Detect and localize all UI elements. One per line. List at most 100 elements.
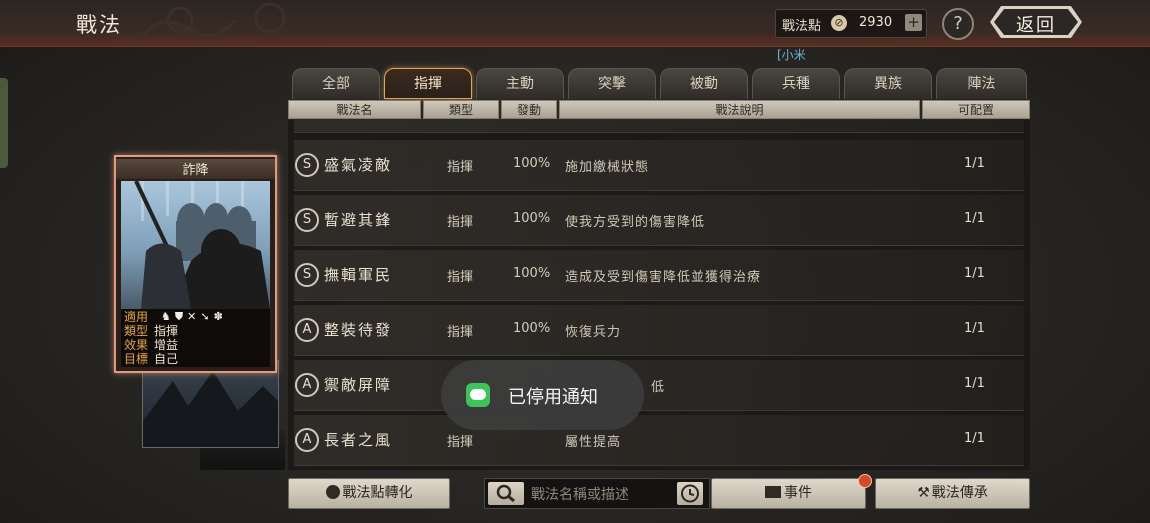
card-info-panel: 適用 ♞⛊✕➘✽ 類型 指揮 效果 增益 目標 自己	[121, 309, 270, 367]
tactic-name: 整裝待發	[324, 321, 393, 339]
table-row[interactable]: S 暫避其鋒 指揮 100% 使我方受到的傷害降低 1/1	[294, 195, 1024, 246]
column-header-rate[interactable]: 發動	[501, 100, 557, 119]
tactic-name: 禦敵屏障	[324, 376, 393, 394]
clock-icon	[681, 484, 699, 503]
events-button[interactable]: 事件	[711, 478, 866, 509]
card-target-row: 目標 自己	[124, 352, 178, 366]
table-row[interactable]: A 整裝待發 指揮 100% 恢復兵力 1/1	[294, 305, 1024, 356]
tactic-rate: 100%	[513, 321, 551, 336]
tactic-points-value: 2930	[859, 15, 893, 30]
convert-points-button[interactable]: 戰法點轉化	[288, 478, 450, 509]
tab-passive[interactable]: 被動	[660, 68, 748, 99]
back-button-label: 返回	[1016, 15, 1056, 36]
tab-command[interactable]: 指揮	[384, 68, 472, 99]
notification-toast: 已停用通知	[441, 360, 644, 430]
stacked-card-behind[interactable]	[142, 360, 279, 448]
card-type-row: 類型 指揮	[124, 324, 178, 338]
top-bar: 戰法 戰法點 ⊘ 2930 + ? 返回	[0, 0, 1150, 47]
tactic-type: 指揮	[447, 435, 474, 450]
table-row[interactable]: A 長者之風 指揮 屬性提高 1/1	[294, 415, 1024, 466]
type-value: 指揮	[154, 324, 179, 338]
tab-formation[interactable]: 陣法	[936, 68, 1027, 99]
tactic-description: 恢復兵力	[565, 325, 622, 340]
tab-assault[interactable]: 突擊	[568, 68, 656, 99]
column-header-name[interactable]: 戰法名	[288, 100, 421, 119]
warrior-silhouette-art	[134, 181, 270, 309]
tactic-name: 撫輯軍民	[324, 266, 393, 284]
tactic-type: 指揮	[447, 270, 474, 285]
tactic-available: 1/1	[964, 211, 985, 226]
tactic-description: 造成及受到傷害降低並獲得治療	[565, 270, 762, 285]
grade-badge: A	[295, 428, 319, 452]
tactic-rate: 100%	[513, 211, 551, 226]
history-button[interactable]	[677, 482, 703, 505]
tactic-available: 1/1	[964, 266, 985, 281]
tactic-points-display: 戰法點 ⊘ 2930 +	[775, 9, 927, 38]
flame-icon	[325, 485, 340, 499]
table-header: 戰法名 類型 發動 戰法說明 可配置	[288, 100, 1030, 120]
card-effect-row: 效果 增益	[124, 338, 178, 352]
tactic-available: 1/1	[964, 431, 985, 446]
effect-label: 效果	[124, 338, 149, 352]
table-row-partial[interactable]	[294, 120, 1024, 133]
side-drawer-handle[interactable]	[0, 78, 8, 168]
table-row[interactable]: S 盛氣凌敵 指揮 100% 施加繳械狀態 1/1	[294, 140, 1024, 191]
tactic-type: 指揮	[447, 215, 474, 230]
tactic-rate: 100%	[513, 156, 551, 171]
search-button[interactable]	[488, 482, 524, 505]
shield-icon: ⛊	[174, 310, 188, 323]
convert-points-label: 戰法點轉化	[342, 485, 413, 501]
cavalry-icon: ♞	[161, 310, 175, 323]
card-artwork	[121, 181, 270, 309]
tactic-rate: 100%	[513, 266, 551, 281]
inherit-tactic-label: 戰法傳承	[931, 485, 988, 501]
column-header-available[interactable]: 可配置	[922, 100, 1030, 119]
hammer-icon: ⚒	[917, 485, 930, 501]
help-button[interactable]: ?	[942, 8, 974, 40]
search-input[interactable]	[529, 483, 673, 506]
tab-active[interactable]: 主動	[476, 68, 564, 99]
page-title: 戰法	[76, 13, 122, 37]
add-points-button[interactable]: +	[905, 14, 922, 31]
search-icon	[496, 484, 515, 503]
card-apply-row: 適用	[124, 310, 154, 324]
column-header-description: 戰法說明	[559, 100, 920, 119]
siege-icon: ✽	[213, 310, 227, 323]
grade-badge: S	[295, 153, 319, 177]
tab-all[interactable]: 全部	[292, 68, 380, 99]
tab-troop-type[interactable]: 兵種	[752, 68, 840, 99]
tactic-description: 施加繳械狀態	[565, 160, 650, 175]
apply-label: 適用	[124, 310, 149, 324]
card-title: 詐降	[116, 159, 275, 179]
line-app-icon	[466, 383, 490, 407]
table-row[interactable]: S 撫輯軍民 指揮 100% 造成及受到傷害降低並獲得治療 1/1	[294, 250, 1024, 301]
tactic-description: 低	[651, 380, 666, 395]
tactic-available: 1/1	[964, 376, 985, 391]
tab-foreign-tribe[interactable]: 異族	[844, 68, 932, 99]
tactic-description: 屬性提高	[565, 435, 622, 450]
search-box	[484, 478, 710, 509]
target-label: 目標	[124, 352, 149, 366]
column-header-type[interactable]: 類型	[423, 100, 499, 119]
back-button[interactable]: 返回	[990, 6, 1082, 38]
bow-icon: ✕	[187, 310, 201, 323]
decorative-cloud-pattern	[138, 2, 286, 41]
grade-badge: A	[295, 373, 319, 397]
unit-type-icons: ♞⛊✕➘✽	[161, 310, 227, 324]
spear-icon: ➘	[200, 310, 214, 323]
card-art-trees	[143, 371, 278, 447]
target-value: 自己	[154, 352, 179, 366]
type-label: 類型	[124, 324, 149, 338]
toast-text: 已停用通知	[508, 387, 598, 408]
tactic-name: 長者之風	[324, 431, 393, 449]
selected-tactic-card[interactable]: 詐降 適用 ♞⛊✕➘✽ 類型 指揮 效果 增益 目標 自己	[114, 155, 277, 373]
tactic-list[interactable]: S 盛氣凌敵 指揮 100% 施加繳械狀態 1/1 S 暫避其鋒 指揮 100%…	[288, 120, 1030, 470]
tab-bar: 全部 指揮 主動 突擊 被動 兵種 異族 陣法	[292, 68, 1027, 99]
user-tag: [小米	[777, 48, 806, 62]
tactic-points-label: 戰法點	[782, 19, 822, 34]
table-row[interactable]: A 禦敵屏障 低 1/1	[294, 360, 1024, 411]
inherit-tactic-button[interactable]: ⚒ 戰法傳承	[875, 478, 1030, 509]
grade-badge: S	[295, 263, 319, 287]
tactic-type: 指揮	[447, 325, 474, 340]
notification-badge	[858, 474, 872, 488]
